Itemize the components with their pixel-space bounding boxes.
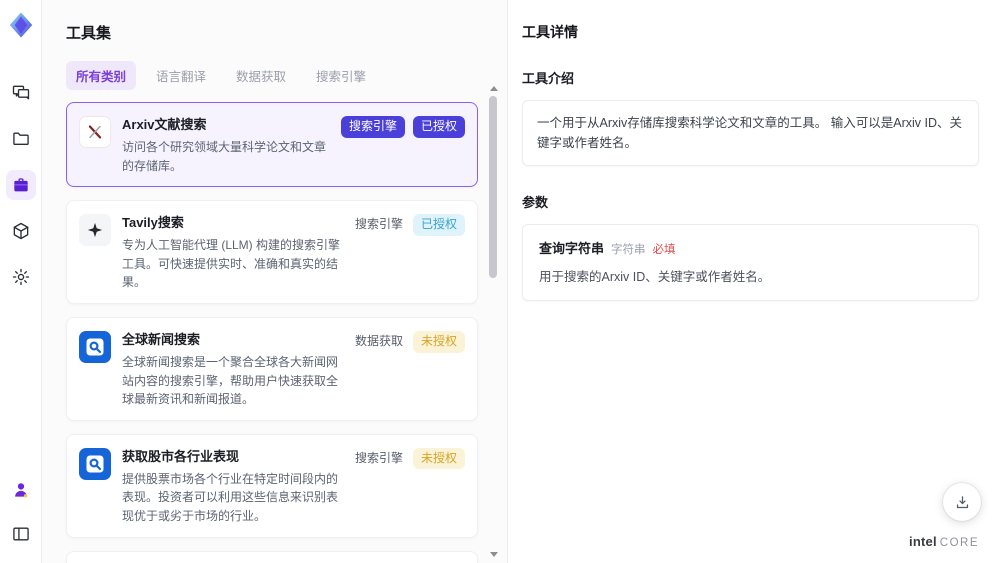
intel-core-logo: intel CORE [909,534,979,549]
download-icon [956,495,968,508]
params-heading: 参数 [522,195,549,210]
tab-category-0[interactable]: 所有类别 [66,61,137,90]
status-badge: 未授权 [412,330,465,353]
category-badge: 搜索引擎 [354,217,403,232]
category-badge: 数据获取 [354,333,403,348]
sidebar-bottom-user-button[interactable] [6,475,36,505]
download-button[interactable] [943,483,981,521]
intro-text: 一个用于从Arxiv存储库搜索科学论文和文章的工具。 输入可以是Arxiv ID… [522,100,979,166]
tool-description: 提供股票市场各个行业在特定时间段内的表现。投资者可以利用这些信息来识别表现优于或… [122,471,339,523]
scrollbar-thumb[interactable] [489,96,497,278]
status-badge: 未授权 [412,447,465,470]
tool-name: Tavily搜索 [122,215,184,231]
toolbox-icon [11,175,31,195]
tab-category-1[interactable]: 语言翻译 [146,61,216,90]
star-icon [79,214,111,247]
intro-heading: 工具介绍 [522,71,575,86]
tool-list-panel: 工具集 所有类别 语言翻译 数据获取 搜索引擎 Arxiv文献搜索 访问各个研究领域大量… [42,0,507,563]
tool-description: 访问各个研究领域大量科学论文和文章的存储库。 [122,140,327,173]
tool-card[interactable]: 获取股市各行业表现提供股票市场各个行业在特定时间段内的表现。投资者可以利用这些信… [66,433,478,538]
page-title: 工具集 [66,25,112,42]
user-icon [11,480,31,500]
param-type: 字符串 [611,244,646,256]
scroll-up-icon[interactable] [490,86,498,91]
tool-card[interactable]: Tavily搜索专为人工智能代理 (LLM) 构建的搜索引擎工具。可快速提供实时… [66,200,478,304]
package-icon [11,221,31,241]
tab-category-2[interactable]: 数据获取 [226,61,296,90]
sidebar-bottom [6,475,36,549]
tool-name: Arxiv文献搜索 [122,117,207,132]
sidebar-item-chat-button[interactable] [6,78,36,108]
param-description: 用于搜索的Arxiv ID、关键字或作者姓名。 [539,270,771,284]
sidebar-item-package-button[interactable] [6,216,36,246]
tool-list: Arxiv文献搜索 访问各个研究领域大量科学论文和文章的存储库。 搜索引擎 已授权 Ta… [66,102,478,563]
tool-card[interactable]: 全球新闻搜索全球新闻搜索是一个聚合全球各大新闻网站内容的搜索引擎，帮助用户快速获… [66,316,478,421]
app-logo[interactable] [4,8,38,42]
list-scrollbar[interactable] [488,86,498,557]
status-badge: 已授权 [412,214,465,236]
category-badge: 搜索引擎 [340,116,405,138]
scroll-down-icon[interactable] [490,552,498,557]
arxiv-icon [79,116,111,148]
param-name: 查询字符串 [539,241,605,256]
sidebar-item-folder-button[interactable] [6,124,36,154]
folder-icon [11,129,31,149]
search-icon [79,447,111,480]
sidebar-bottom-panel-button[interactable] [6,519,36,549]
tool-description: 全球新闻搜索是一个聚合全球各大新闻网站内容的搜索引擎，帮助用户快速获取全球最新资… [122,354,339,407]
tool-description: 专为人工智能代理 (LLM) 构建的搜索引擎工具。可快速提供实时、准确和真实的结… [122,238,341,290]
parameter-card: 查询字符串 字符串 必填 用于搜索的Arxiv ID、关键字或作者姓名。 [522,224,979,301]
sidebar-item-toolbox-button[interactable] [5,170,36,200]
panel-icon [11,524,31,544]
gem-logo-icon [9,12,32,38]
tool-detail-panel: 工具详情 工具介绍 一个用于从Arxiv存储库搜索科学论文和文章的工具。 输入可… [507,0,1000,563]
tool-name: 全球新闻搜索 [122,331,201,347]
tool-card[interactable]: Arxiv文献搜索访问各个研究领域大量科学论文和文章的存储库。 搜索引擎 已授权 [66,102,478,188]
brand-secondary: CORE [939,537,979,549]
tab-category-3[interactable]: 搜索引擎 [306,61,376,90]
sidebar-item-settings-button[interactable] [6,262,36,292]
tool-name: 获取股市各行业表现 [122,448,240,464]
search-icon [79,330,111,363]
brand-primary: intel [909,534,937,549]
param-required-badge: 必填 [652,244,676,256]
category-badge: 搜索引擎 [354,450,403,465]
chat-icon [11,83,31,103]
settings-icon [11,267,31,287]
category-tabs: 所有类别 语言翻译 数据获取 搜索引擎 [66,61,478,90]
status-badge: 已授权 [412,116,465,138]
detail-title: 工具详情 [522,24,578,40]
left-sidebar [0,0,42,563]
tool-card[interactable]: 获取市场最活跃股票信息提供当天交易量最高的股票列表，投资者可以利用这些信息来识别… [66,550,478,563]
sidebar-nav [5,78,36,292]
